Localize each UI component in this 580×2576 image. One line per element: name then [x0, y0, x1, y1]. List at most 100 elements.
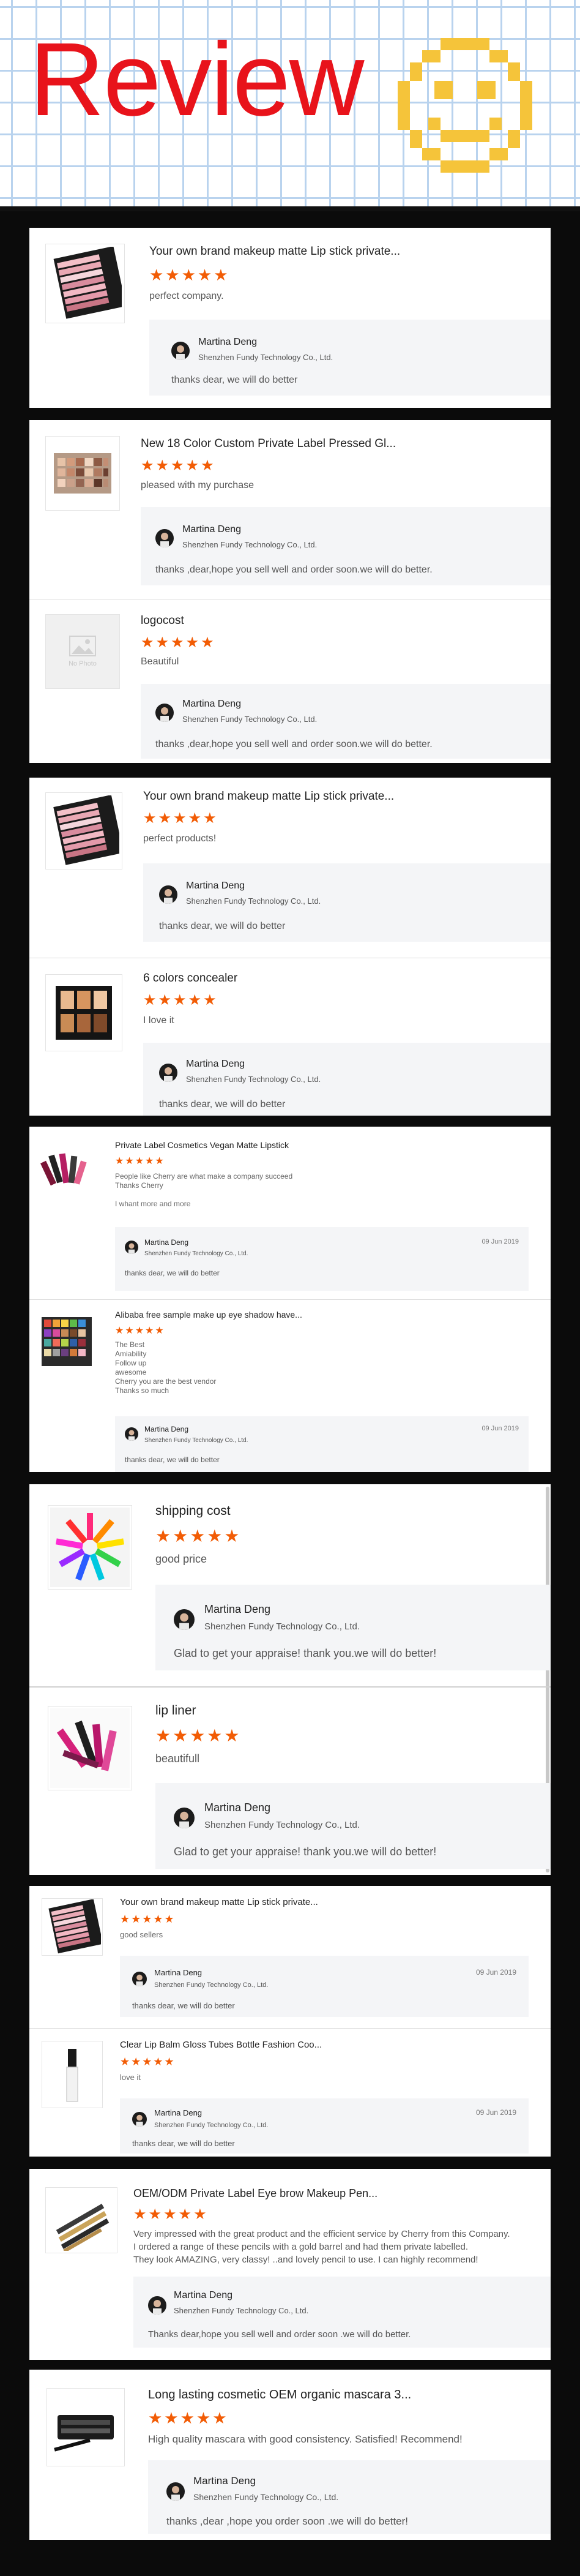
product-thumbnail[interactable] [39, 1143, 94, 1198]
review-card: Your own brand makeup matte Lip stick pr… [29, 778, 551, 1116]
product-name[interactable]: 6 colors concealer [143, 972, 237, 985]
concealer-palette-image [56, 986, 112, 1040]
seller-reply: Martina Deng Shenzhen Fundy Technology C… [143, 1043, 551, 1116]
review-text: High quality mascara with good consisten… [148, 2433, 463, 2445]
product-thumbnail[interactable] [45, 2187, 117, 2253]
reply-message: thanks dear, we will do better [132, 2001, 235, 2010]
seller-reply: Martina Deng Shenzhen Fundy Technology C… [120, 1956, 529, 2017]
review-text: perfect company. [149, 291, 224, 301]
product-thumbnail[interactable] [48, 1706, 132, 1790]
rating-stars: ★★★★★ [120, 1913, 176, 1925]
seller-name: Martina Deng [144, 1425, 189, 1433]
lipstick-palette-image [48, 1899, 101, 1954]
rating-stars: ★★★★★ [133, 2206, 209, 2223]
product-name[interactable]: Your own brand makeup matte Lip stick pr… [149, 245, 400, 258]
review-text-line: Thanks Cherry [115, 1181, 163, 1190]
seller-reply: Martina Deng Shenzhen Fundy Technology C… [115, 1227, 529, 1291]
product-name[interactable]: Long lasting cosmetic OEM organic mascar… [148, 2388, 411, 2402]
lipstick-set-image [40, 1153, 87, 1186]
review-text: Very impressed with the great product an… [133, 2228, 510, 2266]
seller-avatar [125, 1427, 138, 1441]
seller-avatar [148, 2296, 166, 2315]
product-name[interactable]: Clear Lip Balm Gloss Tubes Bottle Fashio… [120, 2040, 322, 2050]
lip-liner-image [50, 1708, 130, 1788]
review-text: perfect products! [143, 833, 217, 844]
review-text-line: Very impressed with the great product an… [133, 2229, 510, 2239]
seller-company: Shenzhen Fundy Technology Co., Ltd. [154, 1981, 269, 1989]
lipstick-palette-image [53, 795, 119, 865]
review-card: New 18 Color Custom Private Label Presse… [29, 420, 551, 763]
product-name[interactable]: OEM/ODM Private Label Eye brow Makeup Pe… [133, 2187, 377, 2200]
review-text-line: People like Cherry are what make a compa… [115, 1172, 293, 1181]
review-text: love it [120, 2073, 141, 2082]
rating-stars: ★★★★★ [143, 992, 218, 1008]
seller-reply: Martina Deng Shenzhen Fundy Technology C… [148, 2460, 551, 2534]
product-name[interactable]: shipping cost [155, 1504, 231, 1519]
rating-stars: ★★★★★ [155, 1726, 242, 1745]
review-text-line: Cherry you are the best vendor [115, 1377, 217, 1386]
product-name[interactable]: Private Label Cosmetics Vegan Matte Lips… [115, 1140, 289, 1150]
review-text-line: The Best [115, 1340, 145, 1349]
review-text-line: Amiability [115, 1350, 147, 1358]
product-name[interactable]: New 18 Color Custom Private Label Presse… [141, 437, 396, 451]
product-name[interactable]: Alibaba free sample make up eye shadow h… [115, 1310, 302, 1320]
eyeshadow-palette-image [54, 453, 111, 494]
product-thumbnail[interactable] [45, 792, 122, 869]
review-card: Your own brand makeup matte Lip stick pr… [29, 228, 551, 408]
rating-stars: ★★★★★ [115, 1156, 165, 1166]
seller-company: Shenzhen Fundy Technology Co., Ltd. [154, 2122, 269, 2129]
review-item: No Photo logocost ★★★★★ Beautiful Martin… [29, 599, 551, 763]
seller-company: Shenzhen Fundy Technology Co., Ltd. [204, 1621, 360, 1632]
review-item: Private Label Cosmetics Vegan Matte Lips… [29, 1127, 551, 1299]
review-text-line [115, 1190, 292, 1200]
product-thumbnail[interactable] [45, 244, 125, 323]
review-item: OEM/ODM Private Label Eye brow Makeup Pe… [29, 2169, 551, 2360]
reply-date: 09 Jun 2019 [475, 2108, 516, 2117]
rating-stars: ★★★★★ [141, 634, 216, 651]
review-item: New 18 Color Custom Private Label Presse… [29, 420, 551, 598]
seller-reply: Martina Deng Shenzhen Fundy Technology C… [141, 507, 551, 585]
seller-company: Shenzhen Fundy Technology Co., Ltd. [198, 353, 333, 362]
seller-company: Shenzhen Fundy Technology Co., Ltd. [182, 715, 318, 724]
review-text-line: Follow up [115, 1359, 147, 1367]
reply-message: thanks dear, we will do better [171, 375, 298, 385]
banner-title: Review [29, 21, 364, 138]
seller-company: Shenzhen Fundy Technology Co., Ltd. [182, 540, 318, 549]
product-thumbnail[interactable] [45, 974, 122, 1051]
product-thumbnail[interactable] [45, 436, 120, 511]
product-thumbnail[interactable] [46, 2388, 125, 2466]
lip-gloss-tube-image [66, 2049, 78, 2102]
seller-avatar [155, 704, 174, 722]
product-thumbnail[interactable] [39, 1311, 94, 1372]
product-name[interactable]: lip liner [155, 1703, 196, 1718]
review-item: lip liner ★★★★★ beautifull Martina Deng … [29, 1686, 551, 1875]
product-thumbnail[interactable] [42, 2041, 103, 2108]
seller-company: Shenzhen Fundy Technology Co., Ltd. [144, 1437, 248, 1444]
reply-message: Thanks dear,hope you sell well and order… [148, 2329, 411, 2340]
seller-reply: Martina Deng Shenzhen Fundy Technology C… [133, 2277, 551, 2348]
rating-stars: ★★★★★ [148, 2409, 229, 2427]
seller-company: Shenzhen Fundy Technology Co., Ltd. [186, 1075, 321, 1084]
seller-company: Shenzhen Fundy Technology Co., Ltd. [204, 1820, 360, 1830]
reply-message: thanks ,dear,hope you sell well and orde… [155, 565, 433, 575]
product-thumbnail[interactable] [48, 1505, 132, 1590]
reply-date: 09 Jun 2019 [481, 1425, 519, 1432]
reply-date: 09 Jun 2019 [475, 1968, 516, 1977]
product-thumbnail[interactable] [42, 1898, 103, 1956]
no-photo-placeholder: No Photo [45, 614, 120, 689]
seller-name: Martina Deng [154, 2108, 203, 2117]
product-name[interactable]: logocost [141, 614, 184, 628]
seller-avatar [132, 1972, 147, 1986]
review-item: Long lasting cosmetic OEM organic mascar… [29, 2370, 551, 2540]
seller-company: Shenzhen Fundy Technology Co., Ltd. [193, 2492, 339, 2502]
seller-name: Martina Deng [182, 524, 242, 535]
review-text: People like Cherry are what make a compa… [115, 1172, 292, 1209]
lipstick-palette-image [53, 247, 122, 319]
seller-avatar [174, 1609, 195, 1630]
seller-name: Martina Deng [186, 1059, 245, 1069]
rating-stars: ★★★★★ [141, 457, 216, 474]
review-text-line: I ordered a range of these pencils with … [133, 2242, 469, 2252]
product-name[interactable]: Your own brand makeup matte Lip stick pr… [143, 790, 394, 803]
rating-stars: ★★★★★ [115, 1326, 165, 1336]
product-name[interactable]: Your own brand makeup matte Lip stick pr… [120, 1897, 318, 1907]
